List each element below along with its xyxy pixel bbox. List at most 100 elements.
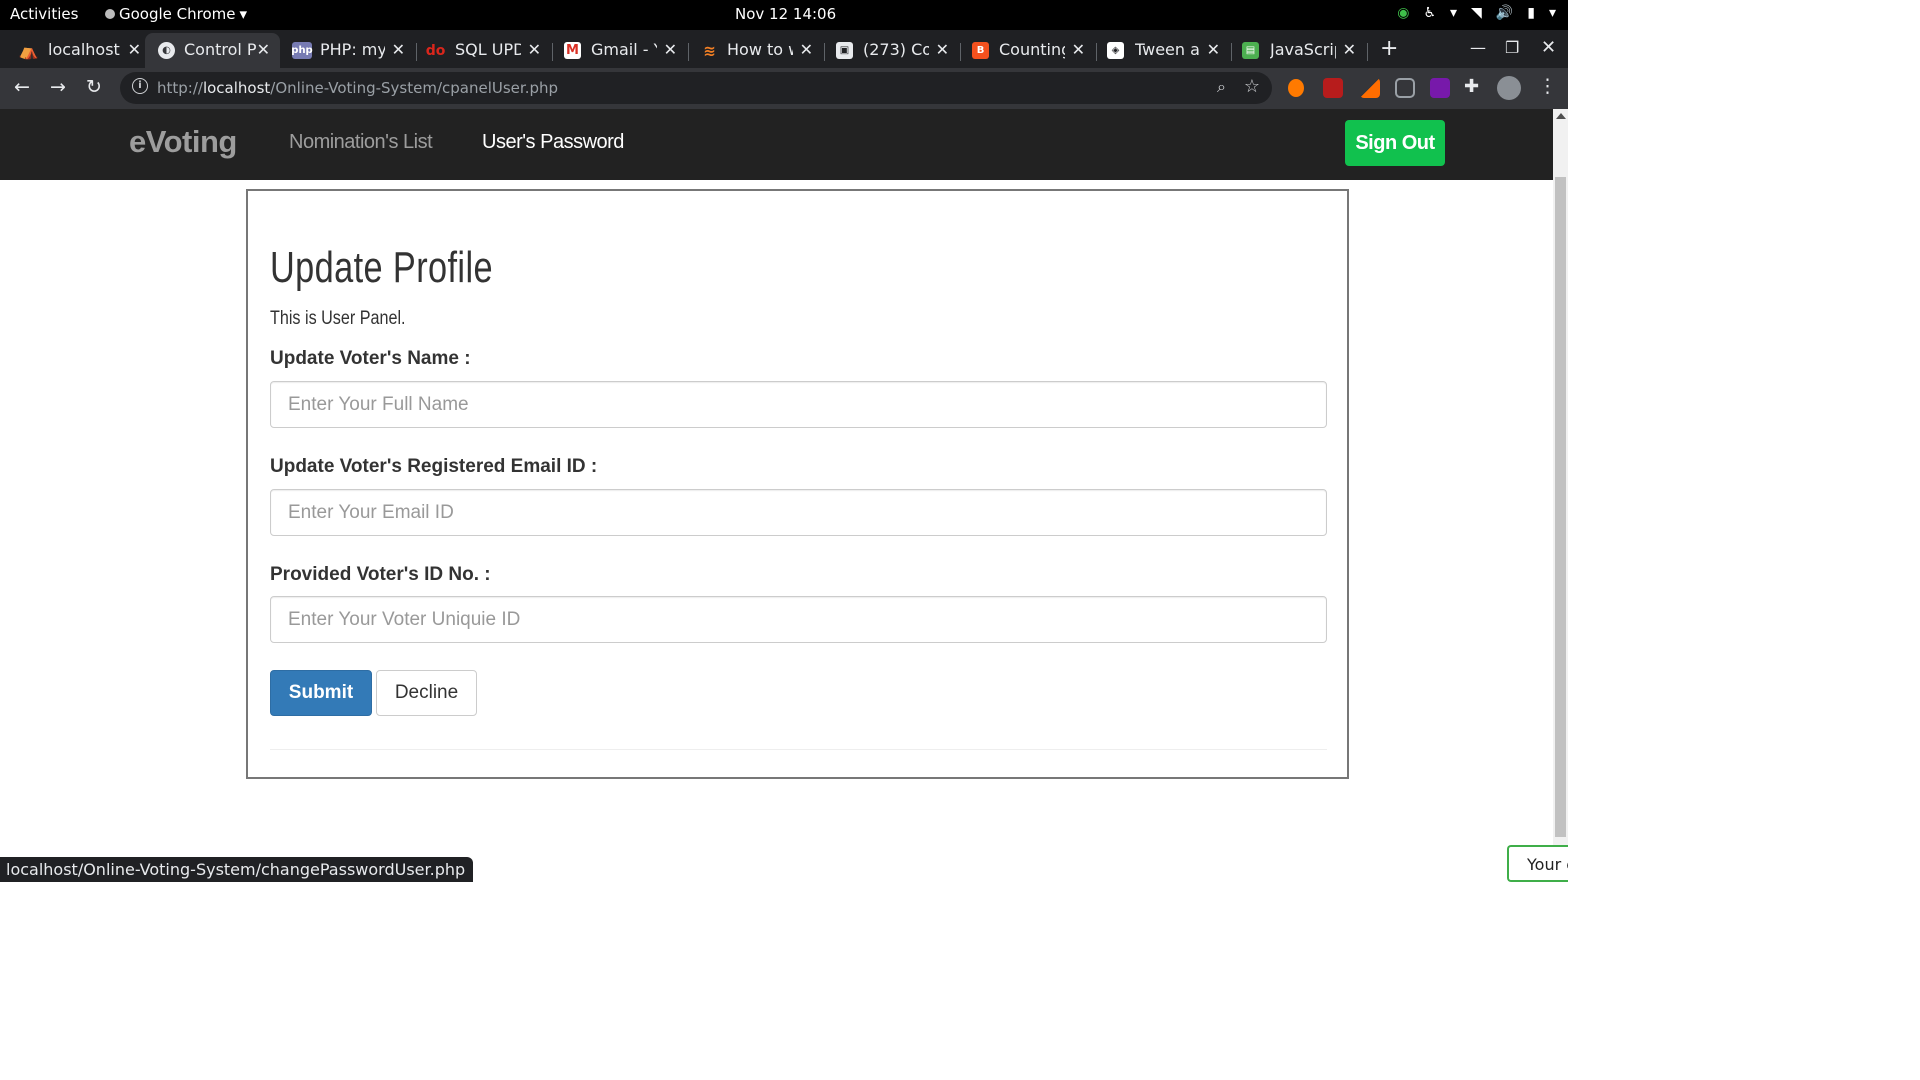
onenote-icon[interactable] <box>1430 78 1450 98</box>
zoom-icon[interactable]: ⌕ <box>1217 77 1226 97</box>
profile-avatar[interactable] <box>1497 76 1521 100</box>
tab[interactable]: ▤ JavaScrip ✕ <box>1230 33 1368 68</box>
extensions-puzzle-icon[interactable]: ✚ <box>1464 76 1479 97</box>
menu-kebab-icon[interactable]: ⋮ <box>1538 75 1557 97</box>
tab-favicon-icon: do <box>425 42 446 59</box>
battery-icon: ▮ <box>1527 5 1535 21</box>
sign-out-button[interactable]: Sign Out <box>1345 120 1445 166</box>
tab-favicon-icon: ⛺ <box>18 41 39 60</box>
restore-icon[interactable]: ❐ <box>1505 38 1519 57</box>
address-bar[interactable]: i http://localhost/Online-Voting-System/… <box>120 72 1272 104</box>
new-tab-icon[interactable]: + <box>1380 36 1398 61</box>
nav-nominations-list[interactable]: Nomination's List <box>289 131 433 154</box>
update-profile-panel: Update Profile This is User Panel. Updat… <box>246 189 1349 779</box>
app-menu-label: Google Chrome <box>119 5 236 23</box>
close-icon[interactable]: ✕ <box>1343 40 1356 59</box>
scroll-up-icon[interactable] <box>1556 113 1566 119</box>
wifi-icon: ◥ <box>1471 5 1482 21</box>
tab-strip: ⛺ localhost ✕ ◐ Control Pa ✕ php PHP: my… <box>0 30 1568 68</box>
chevron-down-icon: ▾ <box>239 5 248 23</box>
decline-button[interactable]: Decline <box>376 670 477 716</box>
tab-favicon-icon: ◐ <box>158 42 175 59</box>
clock[interactable]: Nov 12 14:06 <box>735 5 836 23</box>
voter-id-input[interactable] <box>270 596 1327 643</box>
site-info-icon[interactable]: i <box>132 78 148 94</box>
close-icon[interactable]: ✕ <box>800 40 813 59</box>
close-icon[interactable]: ✕ <box>528 40 541 59</box>
extension-icon[interactable] <box>1288 79 1304 97</box>
close-icon[interactable]: ✕ <box>664 40 677 59</box>
forward-icon[interactable]: → <box>50 76 66 98</box>
tab[interactable]: ⛺ localhost ✕ <box>0 33 145 68</box>
chevron-down-icon: ▾ <box>1548 5 1556 21</box>
scrollbar-thumb[interactable] <box>1555 177 1566 837</box>
close-icon[interactable]: ✕ <box>128 40 141 59</box>
site-brand[interactable]: eVoting <box>129 124 237 160</box>
tab[interactable]: ▣ (273) Co ✕ <box>823 33 961 68</box>
gmail-icon: M <box>564 42 581 59</box>
tab[interactable]: ≋ How to w ✕ <box>687 33 825 68</box>
tab-title: How to w <box>727 40 793 59</box>
email-input[interactable] <box>270 489 1327 536</box>
tab[interactable]: php PHP: mysq ✕ <box>280 33 417 68</box>
tab[interactable]: ◈ Tween a ✕ <box>1095 33 1232 68</box>
tab-title: Gmail - Y <box>591 40 657 59</box>
tab-title: SQL UPDA <box>455 40 521 59</box>
tab-favicon-icon: ▣ <box>836 42 853 59</box>
page-title: Update Profile <box>270 243 493 292</box>
tab-title: (273) Co <box>863 40 929 59</box>
tab-separator <box>1367 43 1368 61</box>
panel-subtitle: This is User Panel. <box>270 308 406 329</box>
app-menu[interactable]: Google Chrome ▾ <box>105 5 247 23</box>
activities-button[interactable]: Activities <box>10 5 78 23</box>
tab-active[interactable]: ◐ Control Pa ✕ <box>145 33 280 68</box>
close-icon[interactable]: ✕ <box>257 40 270 59</box>
chevron-down-icon: ▾ <box>1450 5 1458 21</box>
system-tray[interactable]: ◉ ♿ ▾ ◥ 🔊 ▮ ▾ <box>1397 5 1556 21</box>
nav-user-password[interactable]: User's Password <box>482 131 624 154</box>
name-label: Update Voter's Name : <box>270 348 471 369</box>
site-navbar: eVoting Nomination's List User's Passwor… <box>0 109 1553 180</box>
close-window-icon[interactable]: ✕ <box>1541 37 1556 58</box>
stackoverflow-icon: ≋ <box>703 41 716 60</box>
tab-favicon-icon: php <box>291 42 313 59</box>
blogger-icon: B <box>972 42 989 59</box>
extension-icon[interactable] <box>1323 78 1343 98</box>
browser-toolbar: ← → ↻ i http://localhost/Online-Voting-S… <box>0 68 1568 109</box>
tab-title: Control Pa <box>184 40 256 59</box>
tab-title: Counting <box>999 40 1065 59</box>
extension-icon[interactable] <box>1360 78 1380 98</box>
notification-toast[interactable]: Your c <box>1507 845 1568 882</box>
volume-icon: 🔊 <box>1495 5 1514 21</box>
tab-title: JavaScrip <box>1270 40 1336 59</box>
accessibility-icon: ♿ <box>1423 5 1436 21</box>
close-icon[interactable]: ✕ <box>1207 40 1220 59</box>
tab-favicon-icon: ▤ <box>1242 42 1259 59</box>
close-icon[interactable]: ✕ <box>1072 40 1085 59</box>
tab[interactable]: do SQL UPDA ✕ <box>415 33 553 68</box>
name-input[interactable] <box>270 381 1327 428</box>
submit-button[interactable]: Submit <box>270 670 372 716</box>
page-scrollbar[interactable] <box>1553 109 1568 882</box>
url-text[interactable]: http://localhost/Online-Voting-System/cp… <box>157 79 558 97</box>
close-icon[interactable]: ✕ <box>936 40 949 59</box>
voter-id-label: Provided Voter's ID No. : <box>270 564 491 585</box>
divider <box>270 749 1327 750</box>
back-icon[interactable]: ← <box>14 76 30 98</box>
close-icon[interactable]: ✕ <box>392 40 405 59</box>
sync-status-icon: ◉ <box>1397 5 1410 21</box>
reload-icon[interactable]: ↻ <box>86 76 102 98</box>
tab-title: localhost <box>48 40 120 59</box>
email-label: Update Voter's Registered Email ID : <box>270 456 598 477</box>
tab-title: Tween a <box>1135 40 1200 59</box>
minimize-icon[interactable]: — <box>1470 38 1486 57</box>
system-top-bar: Activities Google Chrome ▾ Nov 12 14:06 … <box>0 0 1568 30</box>
link-status-bubble: localhost/Online-Voting-System/changePas… <box>0 857 474 882</box>
tab[interactable]: M Gmail - Y ✕ <box>551 33 689 68</box>
tab[interactable]: B Counting ✕ <box>959 33 1097 68</box>
chrome-app-icon <box>105 9 115 19</box>
pocket-icon[interactable] <box>1395 78 1415 98</box>
bookmark-star-icon[interactable]: ☆ <box>1244 76 1260 97</box>
codepen-icon: ◈ <box>1107 42 1124 59</box>
tab-title: PHP: mysq <box>320 40 385 59</box>
